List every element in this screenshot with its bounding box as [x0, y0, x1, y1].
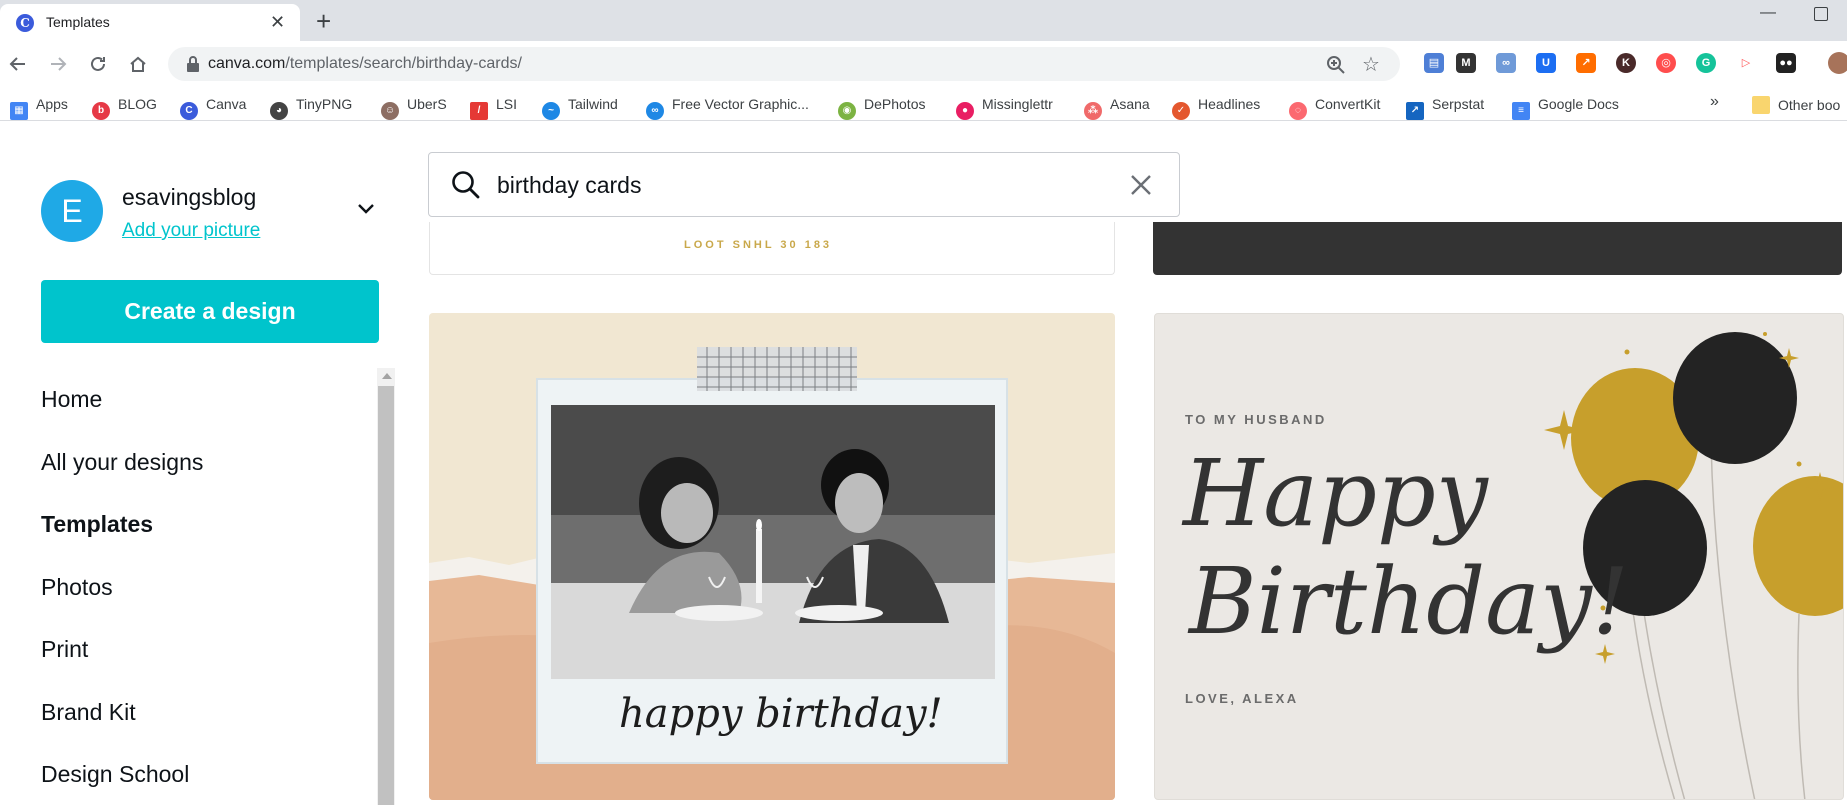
template-card-photo-birthday[interactable]: happy birthday!: [429, 313, 1115, 800]
close-tab-icon[interactable]: ✕: [270, 12, 285, 33]
bookmarks-overflow-icon[interactable]: »: [1710, 93, 1719, 111]
template-card-partial-left[interactable]: LOOT SNHL 30 183: [429, 222, 1115, 275]
person-icon: ☺: [381, 102, 399, 120]
extension-chart-icon[interactable]: ↗: [1576, 53, 1596, 73]
username: esavingsblog: [122, 184, 257, 210]
bookmark-convertkit[interactable]: ◌ ConvertKit: [1289, 96, 1380, 120]
create-design-button[interactable]: Create a design: [41, 280, 379, 343]
extension-play-icon[interactable]: ▷: [1736, 53, 1756, 73]
asana-icon: ⁂: [1084, 102, 1102, 120]
card2-signature-text: LOVE, ALEXA: [1185, 691, 1299, 706]
restore-window-icon[interactable]: [1814, 7, 1828, 21]
nav-home[interactable]: Home: [41, 386, 102, 413]
reload-icon[interactable]: [88, 54, 108, 74]
bookmark-apps[interactable]: ▦ Apps: [10, 96, 68, 120]
clear-search-icon[interactable]: [1129, 173, 1153, 197]
tab-title: Templates: [46, 14, 110, 30]
bookmark-tinypng[interactable]: ◕ TinyPNG: [270, 96, 352, 120]
bookmark-headlines[interactable]: ✓ Headlines: [1172, 96, 1260, 120]
serpstat-icon: ↗: [1406, 102, 1424, 120]
template-card-husband-birthday[interactable]: TO MY HUSBAND Happy Birthday! LOVE, ALEX…: [1154, 313, 1844, 800]
bookmark-asana[interactable]: ⁂ Asana: [1084, 96, 1150, 120]
nav-design-school[interactable]: Design School: [41, 761, 189, 788]
bookmark-star-icon[interactable]: ☆: [1362, 52, 1380, 77]
avatar[interactable]: E: [41, 180, 103, 242]
extension-link-icon[interactable]: ∞: [1496, 53, 1516, 73]
bookmark-serpstat[interactable]: ↗ Serpstat: [1406, 96, 1484, 120]
extension-swirl-icon[interactable]: ◎: [1656, 53, 1676, 73]
add-picture-link[interactable]: Add your picture: [122, 220, 260, 242]
nav-photos[interactable]: Photos: [41, 574, 113, 601]
folder-icon: [1752, 96, 1770, 114]
card2-birthday-text: Birthday!: [1189, 548, 1629, 655]
convertkit-icon: ◌: [1289, 102, 1307, 120]
bookmark-canva[interactable]: C Canva: [180, 96, 246, 120]
scroll-up-arrow-icon[interactable]: [382, 373, 392, 379]
canva-icon: C: [180, 102, 198, 120]
browser-toolbar: canva.com/templates/search/birthday-card…: [0, 41, 1847, 87]
browser-tab[interactable]: C Templates ✕: [0, 4, 300, 41]
extension-1-icon[interactable]: ▤: [1424, 53, 1444, 73]
bookmarks-bar: ▦ Apps b BLOG C Canva ◕ TinyPNG ☺ UberS / LSI …: [0, 87, 1847, 121]
url-text: canva.com/templates/search/birthday-card…: [208, 55, 522, 72]
bookmark-missinglettr[interactable]: ● Missinglettr: [956, 96, 1053, 120]
card1-text: happy birthday!: [619, 691, 943, 737]
card-partial-text: LOOT SNHL 30 183: [684, 239, 833, 251]
home-icon[interactable]: [128, 54, 148, 74]
headlines-icon: ✓: [1172, 102, 1190, 120]
bookmark-tailwind[interactable]: ~ Tailwind: [542, 96, 618, 120]
extension-grammarly-icon[interactable]: G: [1696, 53, 1716, 73]
panda-icon: ◕: [270, 102, 288, 120]
nav-brand-kit[interactable]: Brand Kit: [41, 699, 136, 726]
new-tab-icon[interactable]: +: [316, 6, 331, 36]
nav-print[interactable]: Print: [41, 636, 88, 663]
bookmark-lsi[interactable]: / LSI: [470, 96, 517, 120]
extension-k-icon[interactable]: K: [1616, 53, 1636, 73]
bookmark-other[interactable]: Other boo: [1752, 96, 1840, 114]
bookmark-blog[interactable]: b BLOG: [92, 96, 157, 120]
apps-grid-icon: ▦: [10, 102, 28, 120]
scrollbar-thumb[interactable]: [378, 386, 394, 805]
template-card-partial-right[interactable]: [1153, 222, 1842, 275]
nav-all-designs[interactable]: All your designs: [41, 449, 203, 476]
extension-m-icon[interactable]: M: [1456, 53, 1476, 73]
nav-templates[interactable]: Templates: [41, 511, 153, 538]
lsi-icon: /: [470, 102, 488, 120]
lock-icon[interactable]: [186, 56, 200, 72]
back-icon[interactable]: [8, 54, 28, 74]
missinglettr-icon: ●: [956, 102, 974, 120]
docs-icon: ≡: [1512, 102, 1530, 120]
chevron-down-icon[interactable]: [356, 202, 376, 216]
bookmark-dephotos[interactable]: ◉ DePhotos: [838, 96, 925, 120]
tailwind-icon: ~: [542, 102, 560, 120]
minimize-icon[interactable]: —: [1760, 4, 1776, 22]
vector-icon: ∞: [646, 102, 664, 120]
zoom-icon[interactable]: [1326, 55, 1346, 75]
bookmark-ubers[interactable]: ☺ UberS: [381, 96, 447, 120]
blog-icon: b: [92, 102, 110, 120]
extension-glasses-icon[interactable]: ●●: [1776, 53, 1796, 73]
bookmark-google-docs[interactable]: ≡ Google Docs: [1512, 96, 1619, 120]
search-input[interactable]: [497, 167, 1097, 203]
template-search-box: [428, 152, 1180, 217]
search-icon: [452, 171, 480, 199]
extension-u-icon[interactable]: U: [1536, 53, 1556, 73]
profile-avatar-icon[interactable]: [1828, 52, 1847, 74]
canva-favicon-icon: C: [16, 14, 34, 32]
bookmark-free-vector[interactable]: ∞ Free Vector Graphic...: [646, 96, 809, 120]
sidebar: E esavingsblog Add your picture Create a…: [0, 122, 400, 805]
address-bar[interactable]: canva.com/templates/search/birthday-card…: [168, 47, 1400, 81]
card2-recipient-text: TO MY HUSBAND: [1185, 412, 1327, 427]
card2-happy-text: Happy: [1183, 440, 1488, 547]
tab-strip: C Templates ✕ + —: [0, 0, 1847, 41]
dephotos-icon: ◉: [838, 102, 856, 120]
forward-icon[interactable]: [48, 54, 68, 74]
